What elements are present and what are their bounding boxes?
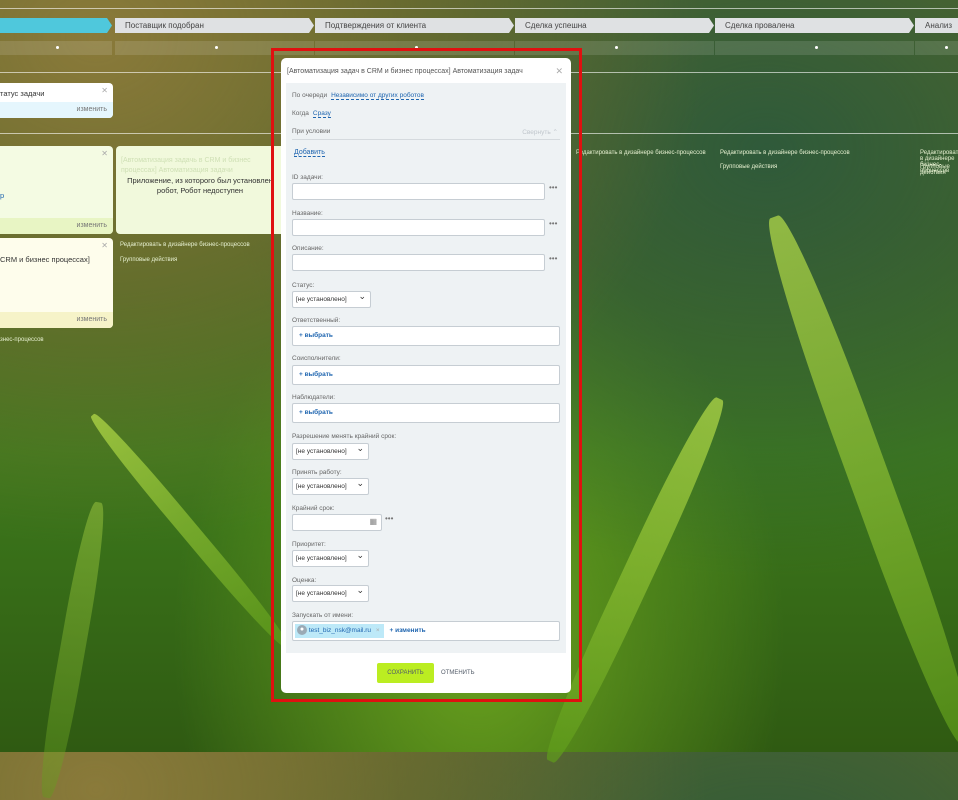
robot-card[interactable]: татус задачи ✕ изменить	[0, 83, 113, 118]
field-label: Статус:	[292, 282, 315, 289]
unavailable-robot-card: [Автоматизация задачь в CRM и бизнес про…	[116, 146, 286, 234]
field-label: Принять работу:	[292, 469, 342, 476]
field-label: Оценка:	[292, 577, 317, 584]
robot-settings-dialog: [Автоматизация задач в CRM и бизнес проц…	[281, 58, 571, 693]
stage-cell	[0, 41, 112, 55]
collapse-label: Свернуть	[522, 129, 551, 136]
field-label: Разрешение менять крайний срок:	[292, 433, 397, 440]
calendar-icon[interactable]: ▦	[369, 517, 377, 526]
more-icon[interactable]: •••	[549, 254, 557, 263]
responsible-picker[interactable]: + выбрать	[292, 326, 560, 346]
when-label: Когда	[292, 110, 309, 117]
more-icon[interactable]: •••	[549, 219, 557, 228]
field-label: Описание:	[292, 245, 324, 252]
queue-row: По очереди Независимо от других роботов	[292, 92, 424, 100]
description-input[interactable]	[292, 254, 545, 271]
field-label: Наблюдатели:	[292, 394, 336, 401]
edit-designer-link[interactable]: Редактировать в дизайнере бизнес-процесс…	[720, 150, 850, 156]
edit-designer-link[interactable]: знес-процессов	[0, 337, 44, 343]
remove-user-icon[interactable]: ×	[376, 627, 380, 634]
field-label: Соисполнители:	[292, 355, 341, 362]
run-as-field[interactable]: ● test_biz_nsk@mail.ru × + изменить	[292, 621, 560, 641]
accept-work-select[interactable]: [не установлено]	[292, 476, 369, 495]
edit-designer-link[interactable]: Редактировать в дизайнере бизнес-процесс…	[120, 242, 250, 248]
stage-2[interactable]: Подтверждения от клиента	[315, 18, 514, 33]
user-name: test_biz_nsk@mail.ru	[308, 627, 372, 634]
stage-4[interactable]: Сделка провалена	[715, 18, 914, 33]
priority-select[interactable]: [не установлено]	[292, 548, 369, 567]
change-link[interactable]: изменить	[0, 312, 113, 328]
grass-decoration	[755, 210, 958, 750]
stage-cell	[915, 41, 958, 55]
group-actions-link[interactable]: Групповые действия	[120, 257, 177, 263]
close-icon[interactable]: ✕	[101, 149, 108, 158]
field-label: Название:	[292, 210, 323, 217]
stage-5[interactable]: Анализ причин	[915, 18, 958, 33]
faded-text: [Автоматизация задачь в CRM и бизнес про…	[121, 157, 251, 174]
collapse-button[interactable]: Свернуть ⌃	[522, 128, 558, 136]
task-id-input[interactable]	[292, 183, 545, 200]
close-icon[interactable]: ✕	[101, 86, 108, 95]
field-label: Крайний срок:	[292, 505, 335, 512]
queue-label: По очереди	[292, 92, 328, 99]
field-label: Ответственный:	[292, 317, 341, 324]
card-text: татус задачи	[0, 89, 45, 98]
close-icon[interactable]: ✕	[101, 241, 108, 250]
deadline-input[interactable]: ▦	[292, 514, 382, 531]
deadline-change-select[interactable]: [не установлено]	[292, 441, 369, 460]
grass-decoration	[34, 500, 111, 800]
queue-value[interactable]: Независимо от других роботов	[331, 92, 424, 100]
field-label: Запускать от имени:	[292, 612, 354, 619]
field-label: Приоритет:	[292, 541, 326, 548]
cancel-button[interactable]: ОТМЕНИТЬ	[441, 663, 475, 683]
save-button[interactable]: СОХРАНИТЬ	[377, 663, 434, 683]
user-tag: ● test_biz_nsk@mail.ru ×	[295, 624, 384, 638]
dialog-title: [Автоматизация задач в CRM и бизнес проц…	[287, 68, 523, 75]
divider	[292, 139, 560, 140]
stage-current[interactable]	[0, 18, 112, 33]
robot-card[interactable]: р ✕ изменить	[0, 146, 113, 234]
coexecutors-picker[interactable]: + выбрать	[292, 365, 560, 385]
rating-select[interactable]: [не установлено]	[292, 583, 369, 602]
more-icon[interactable]: •••	[385, 514, 393, 523]
change-user-link[interactable]: + изменить	[389, 627, 425, 634]
grass-decoration	[85, 409, 293, 651]
when-row: Когда Сразу	[292, 110, 331, 118]
robot-card[interactable]: CRM и бизнес процессах] ✕ изменить	[0, 238, 113, 328]
card-text: р	[0, 191, 5, 200]
card-text: CRM и бизнес процессах]	[0, 255, 90, 264]
edit-designer-link[interactable]: Редактировать в дизайнере бизнес-процесс…	[576, 150, 706, 156]
user-avatar-icon: ●	[297, 625, 307, 636]
close-icon[interactable]: ✕	[555, 66, 563, 77]
more-icon[interactable]: •••	[549, 183, 557, 192]
settings-panel: По очереди Независимо от других роботов К…	[286, 83, 566, 653]
stage-1[interactable]: Поставщик подобран	[115, 18, 314, 33]
observers-picker[interactable]: + выбрать	[292, 403, 560, 423]
add-condition-link[interactable]: Добавить	[294, 149, 325, 157]
change-link[interactable]: изменить	[0, 102, 113, 118]
group-actions-link[interactable]: Групповые действия	[720, 164, 777, 170]
status-select[interactable]: [не установлено]	[292, 289, 371, 308]
condition-label: При условии	[292, 128, 331, 135]
stage-3[interactable]: Сделка успешна	[515, 18, 714, 33]
group-actions-link[interactable]: Групповые действия	[920, 164, 958, 176]
field-label: ID задачи:	[292, 174, 323, 181]
stage-cell	[715, 41, 914, 55]
change-link[interactable]: изменить	[0, 218, 113, 234]
name-input[interactable]	[292, 219, 545, 236]
unavailable-text: Приложение, из которого был установлен р…	[127, 176, 273, 195]
when-value[interactable]: Сразу	[312, 110, 331, 118]
